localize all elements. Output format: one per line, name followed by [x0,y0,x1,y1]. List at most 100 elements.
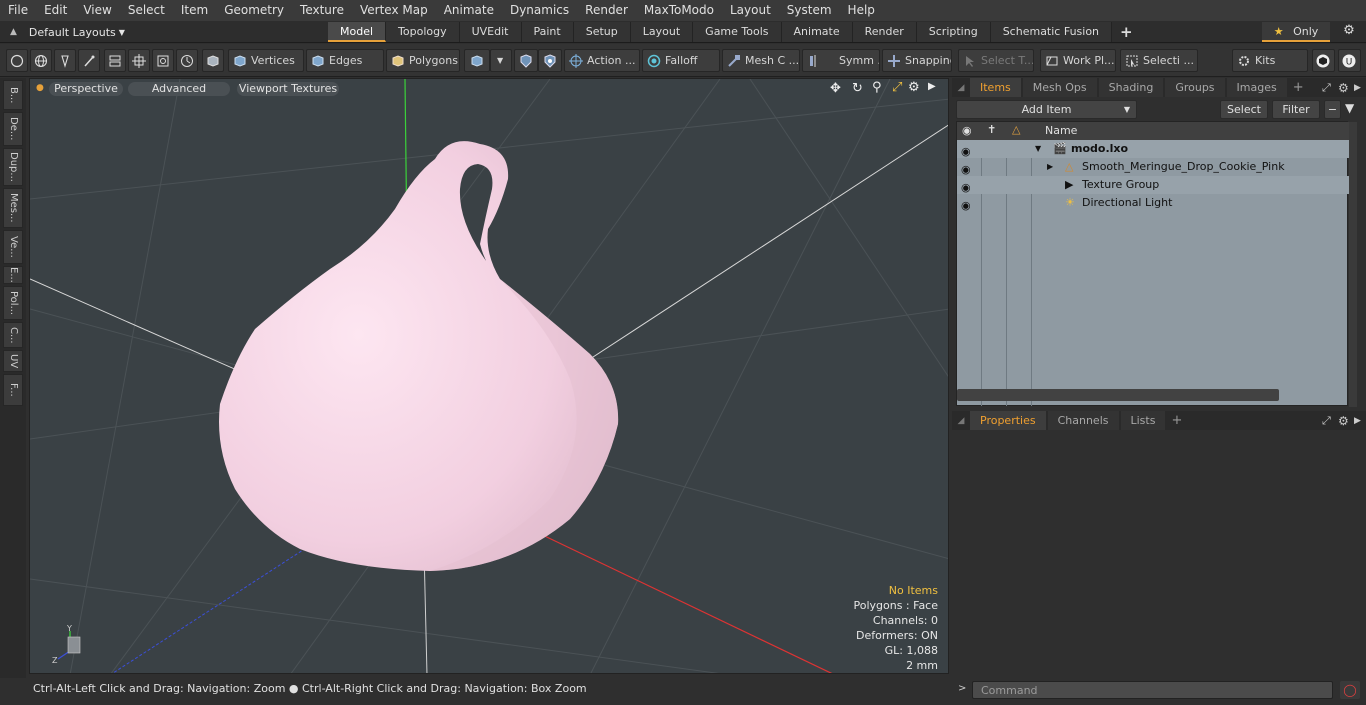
viewport-textures-button[interactable]: Viewport Textures [237,82,339,96]
tree-h-scrollbar[interactable] [957,389,1279,401]
lock-column-icon[interactable]: ✝ [987,123,996,136]
items-gear-icon[interactable]: ⚙ [1338,81,1349,95]
record-icon[interactable]: ◯ [1340,681,1360,699]
expand-panel-icon[interactable]: ⤢ [1322,414,1331,428]
menu-select[interactable]: Select [120,0,173,21]
advanced-button[interactable]: Advanced [128,82,230,96]
name-column-header[interactable]: Name [1045,124,1077,137]
tab-layout[interactable]: Layout [630,22,694,42]
tab-topology[interactable]: Topology [386,22,460,42]
tree-row-mesh[interactable]: ◉ ▶ △ Smooth_Meringue_Drop_Cookie_Pink [957,158,1349,176]
3d-viewport[interactable]: Y Z ● Perspective Advanced Viewport Text… [29,78,949,674]
eye-icon[interactable]: ◉ [961,161,973,176]
tab-properties[interactable]: Properties [970,411,1046,430]
brush-button[interactable] [78,49,100,72]
tab-setup[interactable]: Setup [573,22,631,42]
eye-icon[interactable]: ◉ [961,143,973,158]
left-tab-edge[interactable]: E... [3,266,23,284]
expand-arrow-icon[interactable]: ▶ [1047,158,1053,176]
menu-layout[interactable]: Layout [722,0,779,21]
tab-uvedit[interactable]: UVEdit [459,22,522,42]
timer-button[interactable] [176,49,198,72]
panel-menu-dot[interactable]: ◢ [952,416,970,426]
menu-animate[interactable]: Animate [436,0,502,21]
items-mode-button[interactable] [202,49,224,72]
falloff-button[interactable]: Falloff [642,49,720,72]
tab-items[interactable]: Items [970,78,1021,97]
material-dropdown[interactable]: ▼ [490,49,512,72]
left-tab-polygon[interactable]: Pol... [3,286,23,320]
work-plane-button[interactable]: Work Pl... [1040,49,1116,72]
tab-lists[interactable]: Lists [1120,411,1166,430]
properties-gear-icon[interactable]: ⚙ [1338,414,1349,428]
menu-geometry[interactable]: Geometry [216,0,292,21]
eye-icon[interactable]: ◉ [961,179,973,194]
menu-help[interactable]: Help [840,0,883,21]
command-input[interactable]: Command [972,681,1333,699]
selection-sets-button[interactable]: Selecti ... [1120,49,1198,72]
viewport-scene[interactable]: Y Z [30,79,949,674]
zoom-view-icon[interactable]: ⚲ [872,80,882,95]
tab-model[interactable]: Model [328,22,387,42]
tree-row-directional-light[interactable]: ◉ ☀ Directional Light [957,194,1349,212]
tab-images[interactable]: Images [1226,78,1287,97]
rotate-view-icon[interactable]: ↻ [852,81,863,96]
tab-scripting[interactable]: Scripting [916,22,991,42]
eye-icon[interactable]: ◉ [961,197,973,212]
symmetry-button[interactable]: Symm ... [802,49,880,72]
expand-arrow-icon[interactable]: ▼ [1035,140,1041,158]
tab-game-tools[interactable]: Game Tools [693,22,782,42]
tab-paint[interactable]: Paint [521,22,574,42]
add-panel-tab-icon[interactable]: + [1293,80,1304,95]
left-tab-deform[interactable]: De... [3,112,23,146]
action-center-button[interactable]: Action ... [564,49,640,72]
tree-row-scene[interactable]: ◉ ▼ 🎬 modo.lxo [957,140,1349,158]
left-tab-basic[interactable]: B... [3,80,23,110]
type-column-icon[interactable]: △ [1012,123,1020,136]
left-tab-mesh-edit[interactable]: Mes... [3,188,23,228]
tree-row-texture-group[interactable]: ◉ ▶ Texture Group [957,176,1349,194]
left-tab-curve[interactable]: C... [3,322,23,348]
polygons-button[interactable]: Polygons [386,49,460,72]
add-item-button[interactable]: Add Item ▼ [956,100,1137,119]
tree-scrollbar[interactable] [1349,122,1357,407]
unity-button[interactable] [1312,49,1335,72]
globe-button[interactable] [30,49,52,72]
move-view-icon[interactable]: ✥ [830,81,841,96]
items-expand-icon[interactable]: ▶ [1354,83,1361,93]
default-layouts-dropdown[interactable]: ▲ Default Layouts ▼ [0,21,140,43]
expand-panel-icon[interactable]: ⤢ [1322,81,1331,95]
left-tab-uv[interactable]: UV [3,350,23,372]
kits-button[interactable]: Kits [1232,49,1308,72]
select-button[interactable]: Select [1220,100,1268,119]
menu-file[interactable]: File [0,0,36,21]
menu-render[interactable]: Render [577,0,636,21]
select-mode-button[interactable] [6,49,28,72]
select-through-button[interactable]: Select T... [958,49,1034,72]
menu-edit[interactable]: Edit [36,0,75,21]
tab-groups[interactable]: Groups [1165,78,1225,97]
tab-render[interactable]: Render [852,22,917,42]
gear-icon[interactable]: ⚙ [1338,23,1360,41]
mesh-constraint-button[interactable]: Mesh C ... [722,49,800,72]
menu-system[interactable]: System [779,0,840,21]
left-tab-duplicate[interactable]: Dup... [3,148,23,186]
material-mode-button[interactable] [464,49,490,72]
tab-animate[interactable]: Animate [781,22,853,42]
vertices-button[interactable]: Vertices [228,49,304,72]
viewport-menu-dot[interactable]: ● [36,83,44,93]
unreal-button[interactable]: U [1338,49,1361,72]
shield-b-button[interactable] [538,49,562,72]
tab-schematic-fusion[interactable]: Schematic Fusion [990,22,1113,42]
maximize-view-icon[interactable]: ⤢ [892,80,902,95]
left-tab-vertex[interactable]: Ve... [3,230,23,264]
menu-view[interactable]: View [75,0,119,21]
tab-mesh-ops[interactable]: Mesh Ops [1022,78,1097,97]
tab-channels[interactable]: Channels [1047,411,1119,430]
tab-shading[interactable]: Shading [1098,78,1164,97]
add-panel-tab-icon[interactable]: + [1171,413,1182,428]
left-tab-fusion[interactable]: F... [3,374,23,406]
funnel-icon[interactable]: ▼ [1345,101,1361,118]
filter-button[interactable]: Filter [1272,100,1320,119]
shield-a-button[interactable] [514,49,538,72]
